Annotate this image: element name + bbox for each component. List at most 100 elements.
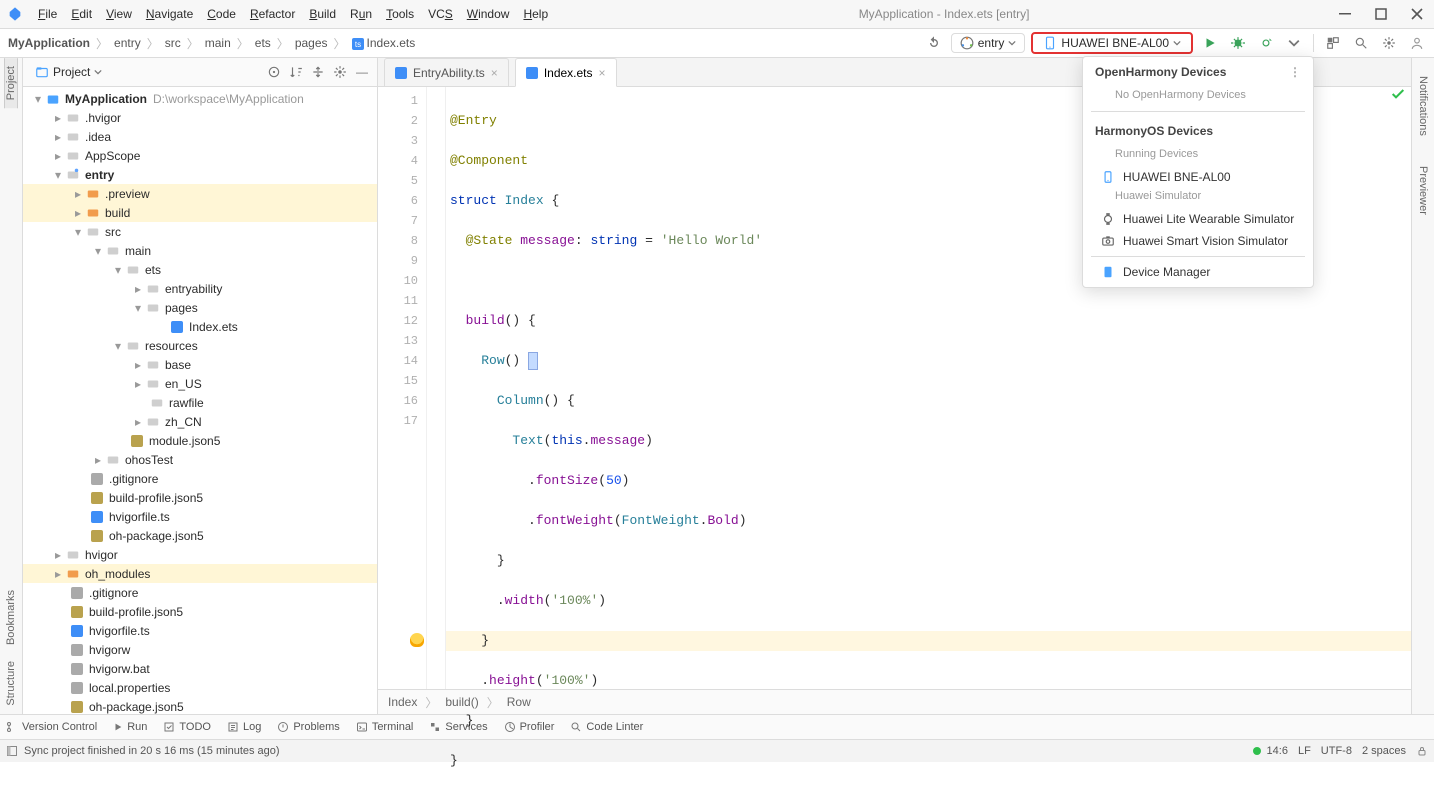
bread-item[interactable]: Index [388,695,417,709]
tree-folder[interactable]: ▸.idea [23,127,377,146]
tree-folder[interactable]: ▸ohosTest [23,450,377,469]
left-tool-gutter: Project Bookmarks Structure [0,58,23,714]
tree-folder[interactable]: ▾resources [23,336,377,355]
menu-run[interactable]: Run [344,5,378,23]
device-selector[interactable]: HUAWEI BNE-AL00 [1031,32,1193,54]
device-lite-wearable[interactable]: Huawei Lite Wearable Simulator [1083,208,1313,230]
tree-folder[interactable]: ▸en_US [23,374,377,393]
menu-view[interactable]: View [100,5,138,23]
hide-icon[interactable]: — [353,63,371,81]
line-number-gutter: 1234567891011121314151617 [378,87,427,689]
tree-folder[interactable]: ▸.preview [23,184,377,203]
target-icon[interactable] [265,63,283,81]
tab-index[interactable]: Index.ets × [515,58,617,87]
device-huawei-bneal00[interactable]: HUAWEI BNE-AL00 [1083,166,1313,188]
menu-code[interactable]: Code [201,5,242,23]
attach-debug-button[interactable] [1255,32,1277,54]
tree-root[interactable]: ▾ MyApplicationD:\workspace\MyApplicatio… [23,89,377,108]
collapse-icon[interactable] [309,63,327,81]
tree-file[interactable]: hvigorfile.ts [23,621,377,640]
menu-edit[interactable]: Edit [65,5,98,23]
menu-tools[interactable]: Tools [380,5,420,23]
menu-vcs[interactable]: VCS [422,5,459,23]
tree-folder[interactable]: ▸zh_CN [23,412,377,431]
project-structure-icon[interactable] [1322,32,1344,54]
crumb-pages[interactable]: pages [293,36,330,50]
lock-icon[interactable] [1416,745,1428,757]
menu-help[interactable]: Help [517,5,554,23]
menu-navigate[interactable]: Navigate [140,5,199,23]
gutter-notifications[interactable]: Notifications [1417,68,1429,144]
crumb-file[interactable]: ts Index.ets [350,36,418,50]
menu-file[interactable]: File [32,5,63,23]
tree-file[interactable]: hvigorw [23,640,377,659]
tool-vcs[interactable]: Version Control [6,721,97,733]
crumb-ets[interactable]: ets [253,36,273,50]
tree-folder[interactable]: rawfile [23,393,377,412]
no-openharmony-devices: No OpenHarmony Devices [1083,87,1313,107]
tree-file[interactable]: oh-package.json5 [23,697,377,714]
gear-icon[interactable] [331,63,349,81]
tree-file[interactable]: hvigorfile.ts [23,507,377,526]
sort-icon[interactable] [287,63,305,81]
window-maximize-icon[interactable] [1370,3,1392,25]
tree-folder[interactable]: ▸build [23,203,377,222]
tree-folder[interactable]: ▸entryability [23,279,377,298]
menu-window[interactable]: Window [461,5,516,23]
tab-entryability[interactable]: EntryAbility.ts × [384,58,509,86]
device-dropdown[interactable]: OpenHarmony Devices ⋮ No OpenHarmony Dev… [1082,56,1314,288]
tool-run[interactable]: Run [113,721,147,733]
menu-refactor[interactable]: Refactor [244,5,301,23]
tree-file[interactable]: .gitignore [23,469,377,488]
close-icon[interactable]: × [491,66,498,80]
gutter-previewer[interactable]: Previewer [1417,158,1429,223]
more-run-icon[interactable] [1283,32,1305,54]
tree-file[interactable]: local.properties [23,678,377,697]
device-smart-vision[interactable]: Huawei Smart Vision Simulator [1083,230,1313,252]
tree-file[interactable]: hvigorw.bat [23,659,377,678]
tree-file[interactable]: oh-package.json5 [23,526,377,545]
hide-panels-icon[interactable] [6,745,18,757]
tree-folder[interactable]: ▸oh_modules [23,564,377,583]
window-close-icon[interactable] [1406,3,1428,25]
tree-folder[interactable]: ▾ets [23,260,377,279]
tree-folder[interactable]: ▸hvigor [23,545,377,564]
project-view-selector[interactable]: Project [29,63,108,81]
tree-folder[interactable]: ▸AppScope [23,146,377,165]
tree-file-index[interactable]: Index.ets [23,317,377,336]
run-button[interactable] [1199,32,1221,54]
tool-todo[interactable]: TODO [163,721,211,733]
gutter-project[interactable]: Project [4,58,18,108]
gutter-structure[interactable]: Structure [5,653,17,714]
window-minimize-icon[interactable] [1334,3,1356,25]
tree-folder[interactable]: ▾main [23,241,377,260]
device-manager[interactable]: Device Manager [1083,261,1313,283]
tool-problems[interactable]: Problems [277,721,339,733]
tree-file[interactable]: module.json5 [23,431,377,450]
kebab-icon[interactable]: ⋮ [1289,65,1301,79]
search-icon[interactable] [1350,32,1372,54]
tree-folder[interactable]: ▾src [23,222,377,241]
tree-folder[interactable]: ▸.hvigor [23,108,377,127]
debug-button[interactable] [1227,32,1249,54]
sync-icon[interactable] [923,32,945,54]
tool-terminal[interactable]: Terminal [356,721,414,733]
tree-file[interactable]: build-profile.json5 [23,602,377,621]
tree-module-entry[interactable]: ▾entry [23,165,377,184]
tree-file[interactable]: .gitignore [23,583,377,602]
user-icon[interactable] [1406,32,1428,54]
settings-icon[interactable] [1378,32,1400,54]
tool-log[interactable]: Log [227,721,261,733]
tree-file[interactable]: build-profile.json5 [23,488,377,507]
crumb-module[interactable]: entry [112,36,143,50]
crumb-src[interactable]: src [163,36,183,50]
run-config-selector[interactable]: entry [951,33,1026,53]
close-icon[interactable]: × [599,66,606,80]
crumb-project[interactable]: MyApplication [6,36,92,50]
gutter-bookmarks[interactable]: Bookmarks [5,582,17,653]
project-tree[interactable]: ▾ MyApplicationD:\workspace\MyApplicatio… [23,87,377,714]
tree-folder[interactable]: ▾pages [23,298,377,317]
tree-folder[interactable]: ▸base [23,355,377,374]
crumb-main[interactable]: main [203,36,233,50]
menu-build[interactable]: Build [303,5,342,23]
